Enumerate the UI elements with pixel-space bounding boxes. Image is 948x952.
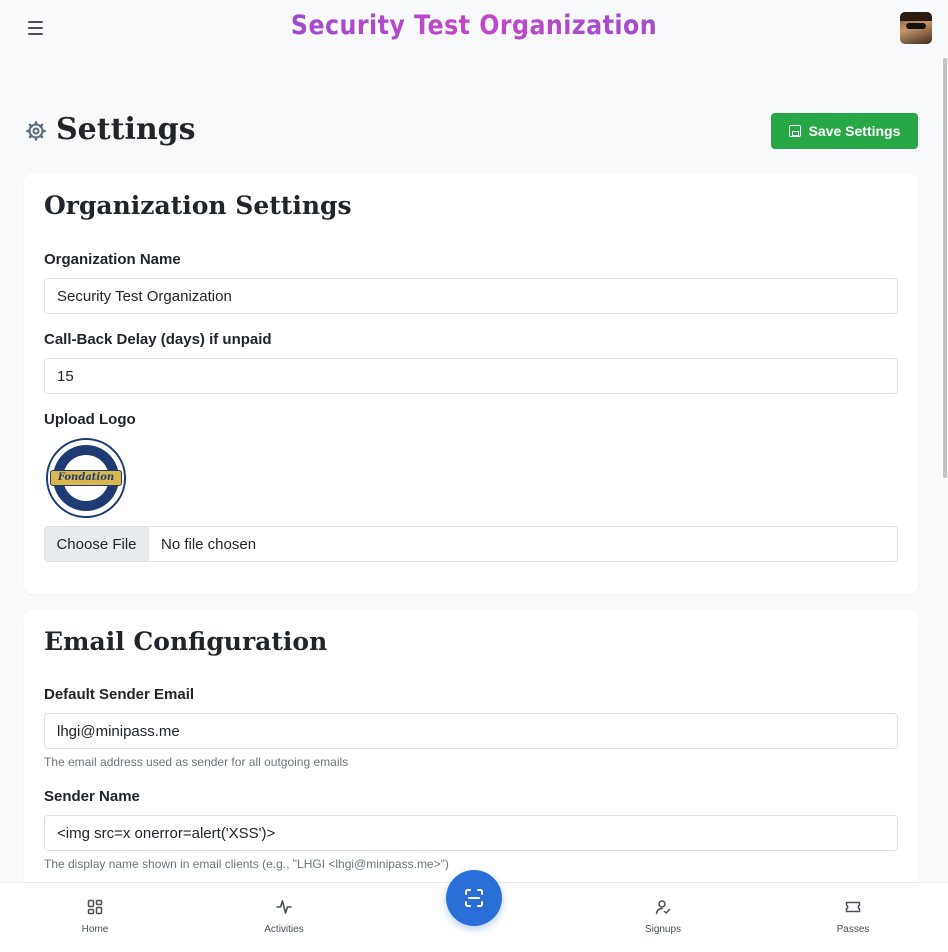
gear-icon — [26, 121, 46, 141]
top-bar: Security Test Organization — [0, 0, 948, 56]
logo-band-text: Fondation — [50, 470, 122, 486]
sender-name-help: The display name shown in email clients … — [44, 857, 449, 871]
user-check-icon — [655, 900, 671, 915]
callback-delay-label: Call-Back Delay (days) if unpaid — [44, 331, 272, 348]
save-settings-button[interactable]: Save Settings — [771, 113, 918, 149]
activity-icon — [276, 900, 292, 914]
organization-settings-title: Organization Settings — [44, 191, 352, 220]
scrollbar-thumb[interactable] — [943, 58, 947, 478]
sender-email-label: Default Sender Email — [44, 686, 195, 703]
sender-email-input[interactable]: lhgi@minipass.me — [44, 713, 898, 749]
user-avatar[interactable] — [900, 12, 932, 44]
save-settings-label: Save Settings — [808, 123, 901, 139]
callback-delay-input[interactable]: 15 — [44, 358, 898, 394]
organization-name-label: Organization Name — [44, 251, 181, 268]
sender-name-label: Sender Name — [44, 788, 140, 805]
nav-home-label: Home — [81, 924, 109, 935]
brand-title[interactable]: Security Test Organization — [57, 10, 891, 41]
nav-passes[interactable]: Passes — [813, 899, 893, 935]
save-icon — [788, 125, 801, 137]
organization-logo: Fondation — [46, 438, 126, 518]
choose-file-button[interactable]: Choose File — [45, 527, 149, 561]
nav-signups-label: Signups — [644, 924, 682, 935]
nav-signups[interactable]: Signups — [623, 899, 703, 935]
upload-logo-label: Upload Logo — [44, 411, 136, 428]
hamburger-icon[interactable] — [26, 18, 46, 38]
page-title: Settings — [56, 112, 196, 147]
sender-name-input[interactable]: <img src=x onerror=alert('XSS')> — [44, 815, 898, 851]
scan-icon — [465, 889, 483, 907]
logo-file-input[interactable]: Choose File No file chosen — [44, 526, 898, 562]
nav-activities[interactable]: Activities — [244, 899, 324, 935]
sender-email-help: The email address used as sender for all… — [44, 755, 349, 769]
email-configuration-title: Email Configuration — [44, 627, 328, 656]
page-header: Settings Save Settings — [24, 112, 918, 152]
nav-activities-label: Activities — [264, 924, 304, 935]
home-grid-icon — [87, 899, 103, 915]
nav-passes-label: Passes — [836, 924, 870, 935]
organization-settings-card: Organization Settings Organization Name … — [24, 174, 918, 594]
nav-home[interactable]: Home — [55, 899, 135, 935]
ticket-icon — [845, 901, 861, 913]
organization-name-input[interactable]: Security Test Organization — [44, 278, 898, 314]
scan-button[interactable] — [446, 870, 502, 926]
email-configuration-card: Email Configuration Default Sender Email… — [24, 610, 918, 910]
file-status-text: No file chosen — [161, 535, 257, 553]
